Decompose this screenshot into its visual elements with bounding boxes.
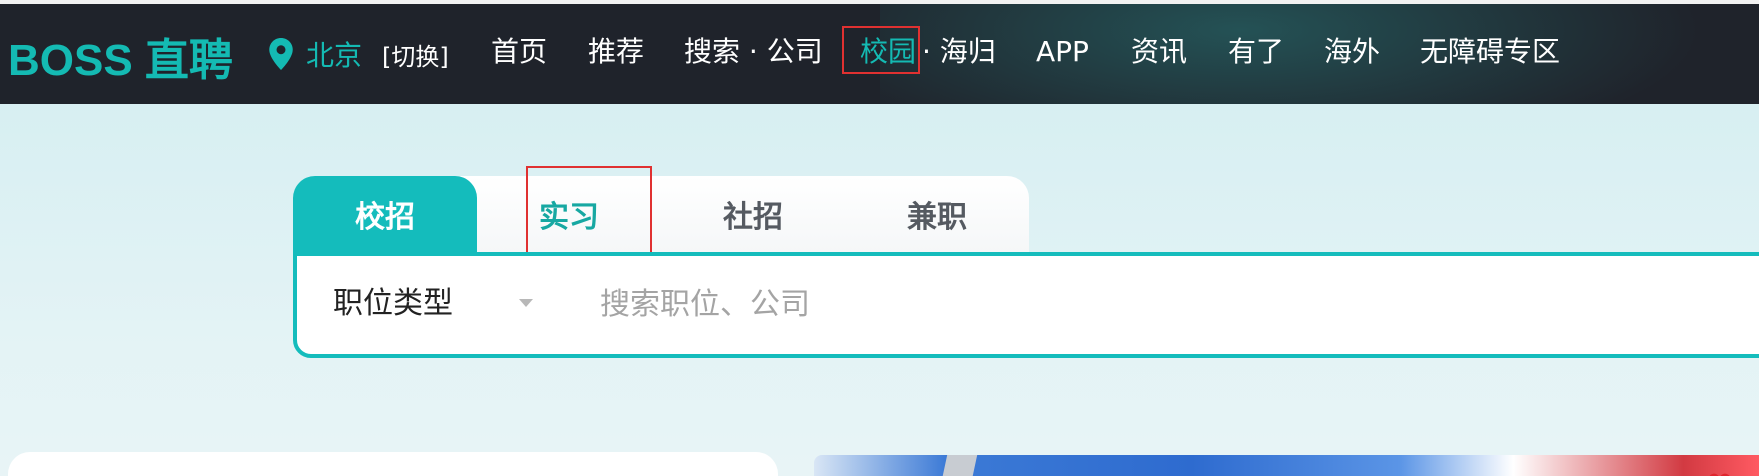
campus-highlight-box bbox=[842, 26, 920, 74]
nav-recommend[interactable]: 推荐 bbox=[588, 30, 644, 74]
job-type-dropdown[interactable]: 职位类型 bbox=[333, 282, 453, 326]
switch-city-link[interactable]: [切换] bbox=[382, 37, 449, 72]
search-input[interactable] bbox=[600, 280, 1500, 328]
content-card bbox=[8, 452, 778, 476]
banner-image-detail bbox=[940, 455, 978, 476]
nav-returnees[interactable]: · 海归 bbox=[922, 30, 996, 74]
nav-accessibility[interactable]: 无障碍专区 bbox=[1420, 30, 1560, 74]
nav-app[interactable]: APP bbox=[1036, 30, 1089, 74]
boss-logo[interactable]: BOSS 直聘 bbox=[8, 24, 233, 88]
tab-social-recruit[interactable]: 社招 bbox=[661, 176, 845, 252]
tab-part-time[interactable]: 兼职 bbox=[845, 176, 1029, 252]
nav-news[interactable]: 资讯 bbox=[1131, 30, 1187, 74]
promo-banner[interactable]: ❤ bbox=[814, 455, 1759, 476]
internship-highlight-box bbox=[526, 166, 652, 262]
nav-glow-decoration bbox=[880, 4, 1759, 104]
location-city[interactable]: 北京 bbox=[306, 34, 362, 74]
heart-icon: ❤ bbox=[1707, 469, 1737, 476]
location-selector[interactable]: 北京 [切换] bbox=[268, 34, 449, 74]
nav-youle[interactable]: 有了 bbox=[1228, 30, 1284, 74]
map-pin-icon bbox=[269, 38, 293, 70]
nav-overseas[interactable]: 海外 bbox=[1324, 30, 1380, 74]
nav-home[interactable]: 首页 bbox=[491, 30, 547, 74]
nav-search-company[interactable]: 搜索 · 公司 bbox=[684, 30, 823, 74]
tab-campus-recruit[interactable]: 校招 bbox=[293, 176, 477, 252]
chevron-down-icon[interactable] bbox=[519, 299, 533, 307]
